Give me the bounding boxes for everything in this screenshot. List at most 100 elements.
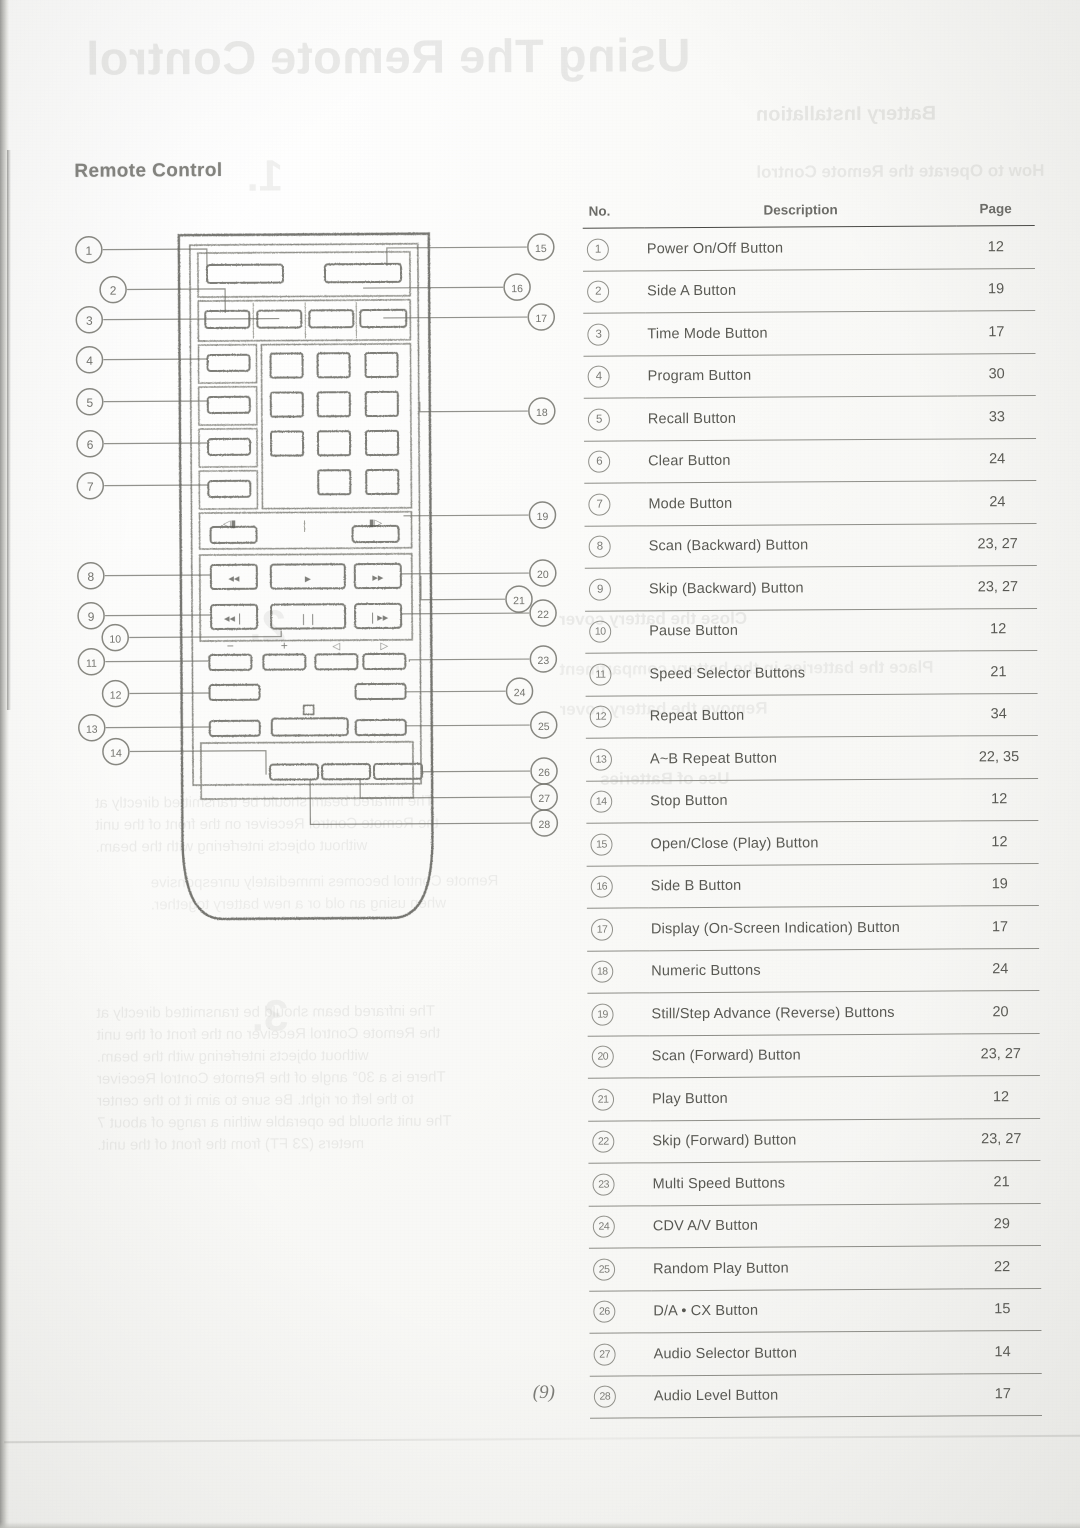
- row-description-cell: Program Button: [645, 353, 958, 398]
- row-description-cell: Speed Selector Buttons: [647, 650, 960, 696]
- row-number-cell: 5: [583, 397, 647, 441]
- row-page-cell: 17: [957, 310, 1036, 354]
- row-description-cell: Display (On-Screen Indication) Button: [648, 905, 962, 951]
- row-page-cell: 23, 27: [961, 1032, 1040, 1076]
- row-page-cell: 12: [961, 1075, 1041, 1119]
- row-page-cell: 17: [960, 905, 1040, 949]
- stop-icon: [302, 704, 315, 716]
- btn-mode: [207, 479, 252, 499]
- callout-23: 23: [529, 645, 558, 673]
- callout-1: 1: [75, 235, 103, 264]
- row-description-cell: Random Play Button: [650, 1245, 964, 1291]
- circled-number-icon: 3: [587, 323, 610, 346]
- circled-number-icon: 25: [593, 1258, 616, 1281]
- callout-19: 19: [528, 501, 557, 529]
- row-page-cell: 23, 27: [962, 1117, 1041, 1161]
- remote-control-diagram: ◂◂ ▸ ▸▸ ◂◂❘ ❘❘ ❘▸▸ ◁▮ ▮▷ − + ◁ ▷ 1 2 3 4…: [57, 225, 581, 948]
- btn-recall: [206, 395, 251, 415]
- table-row: 24 CDV A/V Button 29: [588, 1202, 1041, 1249]
- callout-28: 28: [530, 809, 559, 837]
- callout-15: 15: [527, 233, 555, 261]
- table-row: 27 Audio Selector Button 14: [589, 1330, 1042, 1376]
- button-reference-table: No. Description Page 1 Power On/Off Butto…: [582, 200, 1042, 1419]
- row-description-cell: D/A • CX Button: [651, 1288, 964, 1333]
- table-row: 25 Random Play Button 22: [588, 1245, 1042, 1291]
- column-header-description: Description: [644, 201, 957, 228]
- circled-number-icon: 1: [586, 238, 609, 261]
- callout-7: 7: [76, 471, 105, 500]
- circled-number-icon: 26: [593, 1300, 616, 1323]
- btn-open-close: [323, 262, 403, 284]
- row-description-cell: Stop Button: [648, 778, 961, 823]
- row-description-cell: Recall Button: [645, 395, 959, 441]
- svg-text:10: 10: [109, 634, 121, 646]
- row-number-cell: 20: [587, 1035, 650, 1079]
- btn-display: [308, 309, 355, 329]
- svg-text:5: 5: [86, 396, 93, 410]
- circled-number-icon: 4: [587, 365, 610, 388]
- svg-text:18: 18: [536, 407, 548, 419]
- svg-text:9: 9: [88, 610, 95, 624]
- table-header-row: No. Description Page: [582, 200, 1035, 229]
- row-number-cell: 14: [586, 780, 649, 824]
- page-title: Remote Control: [74, 159, 223, 182]
- callout-22: 22: [529, 599, 557, 627]
- row-number-cell: 27: [589, 1332, 652, 1376]
- svg-text:25: 25: [538, 721, 550, 733]
- pause-icon: ❘❘: [299, 613, 318, 625]
- column-header-no: No.: [582, 203, 645, 229]
- svg-text:16: 16: [511, 283, 523, 295]
- play-icon: ▸: [305, 571, 311, 585]
- svg-text:24: 24: [514, 687, 526, 699]
- callout-16: 16: [503, 273, 531, 301]
- speed-plus-label: +: [281, 639, 288, 653]
- row-description-cell: Multi Speed Buttons: [650, 1160, 963, 1206]
- row-number-cell: 22: [588, 1120, 651, 1164]
- bleed-through-title: Using The Remote Control: [85, 28, 691, 85]
- table-row: 10 Pause Button 12: [585, 607, 1038, 654]
- row-description-cell: Skip (Backward) Button: [646, 565, 960, 611]
- row-number-cell: 24: [588, 1205, 651, 1249]
- bleed-through-subtitle: Battery Installation: [755, 102, 937, 126]
- row-description-cell: Numeric Buttons: [649, 948, 962, 993]
- callout-24: 24: [505, 677, 534, 705]
- footer-rule: [4, 1434, 1080, 1444]
- row-number-cell: 23: [588, 1162, 651, 1206]
- row-description-cell: Scan (Forward) Button: [649, 1033, 962, 1078]
- svg-text:3: 3: [86, 314, 93, 328]
- row-description-cell: Mode Button: [646, 480, 959, 526]
- row-description-cell: Skip (Forward) Button: [650, 1118, 963, 1163]
- row-description-cell: Power On/Off Button: [644, 225, 957, 271]
- btn-repeat: [208, 683, 261, 701]
- table-row: 19 Still/Step Advance (Reverse) Buttons 20: [587, 990, 1040, 1036]
- svg-text:23: 23: [537, 655, 549, 667]
- row-page-cell: 22: [962, 1245, 1042, 1289]
- row-page-cell: 12: [960, 777, 1039, 821]
- circled-number-icon: 9: [588, 578, 612, 601]
- row-page-cell: 12: [956, 225, 1035, 269]
- circled-number-icon: 10: [589, 620, 612, 643]
- svg-text:22: 22: [537, 609, 549, 621]
- bleed-through-step-3: 3.: [251, 991, 289, 1041]
- bleed-note-line: the Remote Control Receiver on the front…: [96, 1024, 441, 1044]
- callout-20: 20: [529, 559, 557, 587]
- circled-number-icon: 5: [587, 408, 610, 431]
- table-row: 18 Numeric Buttons 24: [587, 947, 1040, 994]
- table-row: 12 Repeat Button 34: [585, 692, 1038, 739]
- btn-random-play: [354, 718, 407, 737]
- callout-12: 12: [101, 679, 130, 708]
- row-number-cell: 13: [585, 737, 649, 781]
- row-description-cell: Play Button: [649, 1075, 963, 1121]
- svg-text:4: 4: [86, 354, 93, 368]
- circled-number-icon: 13: [589, 748, 613, 771]
- table-row: 7 Mode Button 24: [584, 480, 1037, 526]
- multi-speed-rev-icon: ◁: [332, 641, 340, 652]
- circled-number-icon: 14: [590, 790, 613, 813]
- numeric-key: [269, 351, 400, 496]
- row-page-cell: 20: [961, 990, 1040, 1034]
- circled-number-icon: 17: [590, 918, 614, 941]
- bleed-note-line: to the left or right. Be sure to aim it …: [96, 1090, 414, 1110]
- row-page-cell: 29: [962, 1202, 1041, 1246]
- svg-text:2: 2: [110, 284, 117, 298]
- btn-program: [206, 353, 251, 373]
